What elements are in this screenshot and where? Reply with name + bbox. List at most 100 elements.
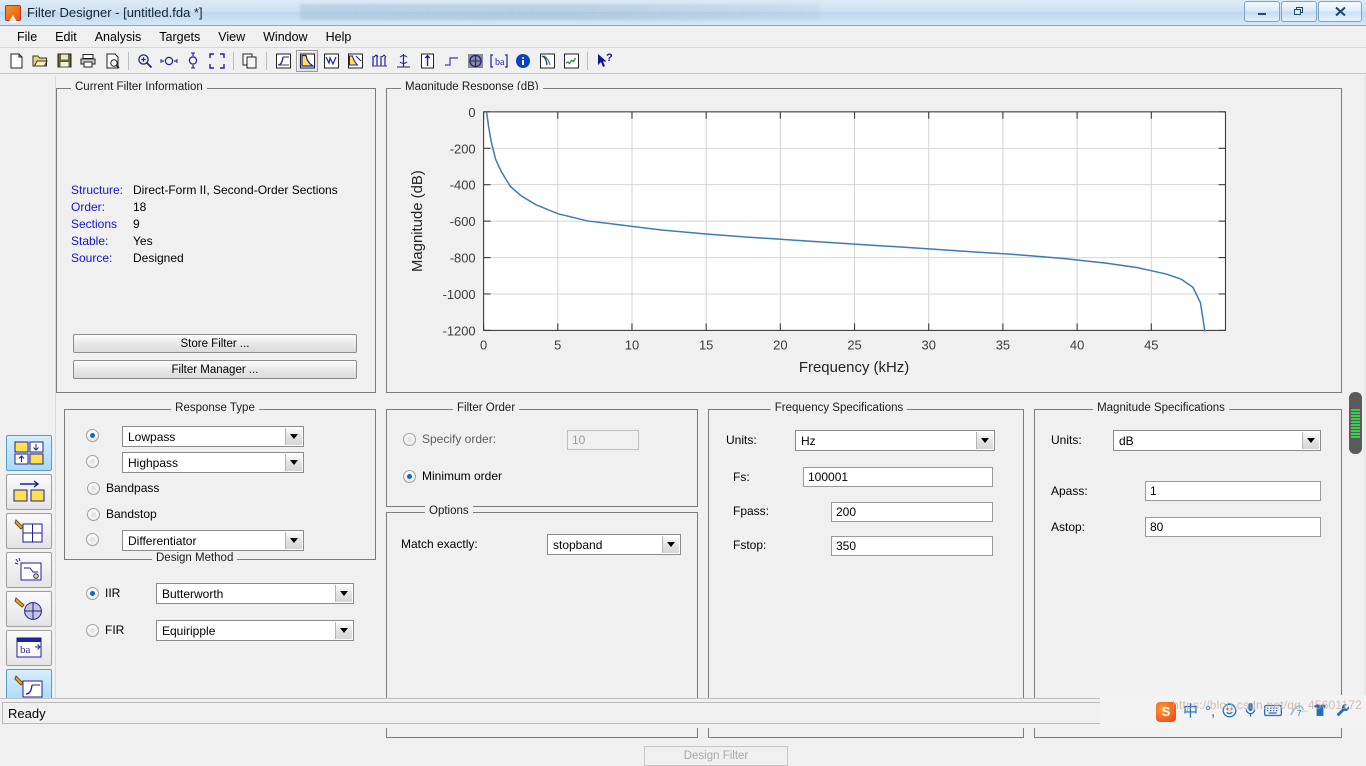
scroll-thumb-indicator[interactable] <box>1349 392 1362 454</box>
chevron-down-icon[interactable] <box>976 432 993 449</box>
phase-response-icon[interactable] <box>320 50 342 72</box>
close-button[interactable] <box>1318 1 1362 22</box>
sogou-logo-icon[interactable] <box>1156 702 1176 722</box>
magnitude-response-chart[interactable]: 0 -200 -400 -600 -800 -1000 -1200 05 101… <box>388 90 1340 391</box>
open-file-icon[interactable] <box>29 50 51 72</box>
chevron-down-icon[interactable] <box>285 532 302 549</box>
frequency-units-combo[interactable]: Hz <box>795 430 995 451</box>
chevron-down-icon[interactable] <box>335 622 352 639</box>
design-method-fir-combo[interactable]: Equiripple <box>156 620 354 641</box>
menu-edit[interactable]: Edit <box>46 28 86 46</box>
impulse-response-icon[interactable] <box>416 50 438 72</box>
transform-filter-rail-button[interactable] <box>6 591 52 627</box>
translate-icon[interactable]: 7 <box>1289 703 1305 721</box>
design-filter-button[interactable]: Design Filter <box>644 746 788 766</box>
response-bandpass-radio[interactable] <box>87 482 100 495</box>
group-delay-icon[interactable] <box>368 50 390 72</box>
fstop-input[interactable]: 350 <box>831 536 993 556</box>
response-highpass-radio[interactable] <box>86 455 99 468</box>
filter-specifications-icon[interactable] <box>272 50 294 72</box>
astop-input[interactable]: 80 <box>1145 517 1321 537</box>
specify-order-row[interactable]: Specify order: <box>403 432 496 446</box>
design-method-iir-row[interactable]: IIR <box>86 586 120 600</box>
design-method-iir-combo[interactable]: Butterworth <box>156 583 354 604</box>
toolbox-icon[interactable] <box>1335 703 1350 721</box>
import-filter-rail-button[interactable] <box>6 474 52 510</box>
design-method-iir-radio[interactable] <box>86 587 99 600</box>
microphone-icon[interactable] <box>1244 702 1257 721</box>
design-method-fir-radio[interactable] <box>86 624 99 637</box>
match-exactly-combo[interactable]: stopband <box>547 534 681 555</box>
zoom-y-icon[interactable] <box>182 50 204 72</box>
design-method-fir-row[interactable]: FIR <box>86 623 124 637</box>
zoom-in-icon[interactable] <box>134 50 156 72</box>
specify-order-radio[interactable] <box>403 433 416 446</box>
minimum-order-row[interactable]: Minimum order <box>403 469 502 483</box>
copy-icon[interactable] <box>239 50 261 72</box>
set-quantization-rail-button[interactable]: ba <box>6 630 52 666</box>
magnitude-and-phase-icon[interactable] <box>344 50 366 72</box>
response-lowpass-row[interactable] <box>86 429 99 442</box>
magnitude-response-icon[interactable] <box>296 50 318 72</box>
menu-file[interactable]: File <box>8 28 46 46</box>
chevron-down-icon[interactable] <box>662 536 679 553</box>
magnitude-response-estimate-icon[interactable] <box>536 50 558 72</box>
pole-zero-plot-icon[interactable] <box>464 50 486 72</box>
minimum-order-radio[interactable] <box>403 470 416 483</box>
menu-analysis[interactable]: Analysis <box>86 28 151 46</box>
plot-area[interactable]: 0 -200 -400 -600 -800 -1000 -1200 05 101… <box>388 90 1340 391</box>
new-file-icon[interactable] <box>5 50 27 72</box>
response-bandstop-row[interactable]: Bandstop <box>87 507 157 521</box>
response-bandpass-row[interactable]: Bandpass <box>87 481 159 495</box>
chevron-down-icon[interactable] <box>335 585 352 602</box>
response-highpass-row[interactable] <box>86 455 99 468</box>
response-bandstop-radio[interactable] <box>87 508 100 521</box>
pole-zero-editor-rail-button[interactable] <box>6 513 52 549</box>
punctuation-icon[interactable]: °, <box>1205 704 1215 719</box>
phase-delay-icon[interactable] <box>392 50 414 72</box>
context-help-icon[interactable]: ? <box>593 50 615 72</box>
minimum-order-label: Minimum order <box>422 469 502 483</box>
magnitude-units-combo[interactable]: dB <box>1113 430 1321 451</box>
restore-button[interactable] <box>1281 1 1317 22</box>
skin-icon[interactable] <box>1312 703 1328 720</box>
menu-help[interactable]: Help <box>317 28 361 46</box>
filter-information-icon[interactable] <box>512 50 534 72</box>
response-lowpass-combo[interactable]: Lowpass <box>122 426 304 447</box>
fpass-input[interactable]: 200 <box>831 502 993 522</box>
keyboard-icon[interactable] <box>1264 704 1282 720</box>
realize-model-rail-button[interactable] <box>6 552 52 588</box>
response-differentiator-combo[interactable]: Differentiator <box>122 530 304 551</box>
design-filter-rail-button[interactable] <box>6 435 52 471</box>
zoom-x-icon[interactable] <box>158 50 180 72</box>
round-off-noise-power-icon[interactable] <box>560 50 582 72</box>
specify-order-input[interactable]: 10 <box>567 430 639 450</box>
menu-view[interactable]: View <box>209 28 254 46</box>
toolbar-separator <box>266 52 267 70</box>
ime-toolbar[interactable]: 中 °, 7 <box>1100 695 1366 728</box>
svg-text:40: 40 <box>1070 337 1084 352</box>
filter-coefficients-icon[interactable]: ba <box>488 50 510 72</box>
filter-manager-button[interactable]: Filter Manager ... <box>73 360 357 379</box>
magnitude-specifications-title: Magnitude Specifications <box>1093 402 1229 414</box>
chinese-mode-icon[interactable]: 中 <box>1183 704 1198 719</box>
store-filter-button[interactable]: Store Filter ... <box>73 334 357 353</box>
print-icon[interactable] <box>77 50 99 72</box>
save-file-icon[interactable] <box>53 50 75 72</box>
step-response-icon[interactable] <box>440 50 462 72</box>
menu-targets[interactable]: Targets <box>150 28 209 46</box>
response-differentiator-radio[interactable] <box>86 533 99 546</box>
chevron-down-icon[interactable] <box>1302 432 1319 449</box>
menu-window[interactable]: Window <box>254 28 316 46</box>
chevron-down-icon[interactable] <box>285 454 302 471</box>
chevron-down-icon[interactable] <box>285 428 302 445</box>
response-highpass-combo[interactable]: Highpass <box>122 452 304 473</box>
full-view-icon[interactable] <box>206 50 228 72</box>
response-lowpass-radio[interactable] <box>86 429 99 442</box>
fs-input[interactable]: 100001 <box>803 467 993 487</box>
smiley-icon[interactable] <box>1222 703 1237 721</box>
print-preview-icon[interactable] <box>101 50 123 72</box>
response-differentiator-row[interactable] <box>86 533 99 546</box>
minimize-button[interactable] <box>1244 1 1280 22</box>
apass-input[interactable]: 1 <box>1145 481 1321 501</box>
